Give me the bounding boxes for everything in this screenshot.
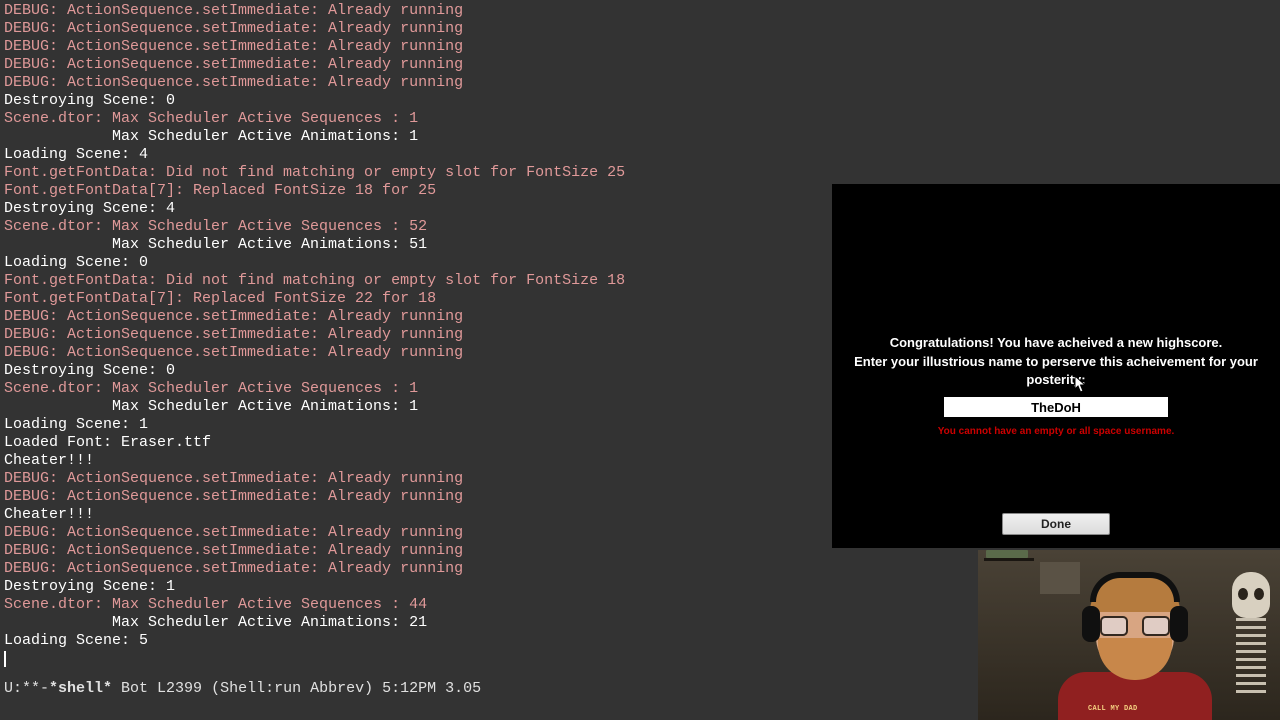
modeline-modes: (Shell:run Abbrev) [211,680,373,697]
log-line: DEBUG: ActionSequence.setImmediate: Alre… [4,20,1276,38]
shelf-object-icon [986,550,1028,558]
modeline-flags: U:**- [4,680,49,697]
log-line: Destroying Scene: 0 [4,92,1276,110]
modeline-buffer: *shell* [49,680,112,697]
headphone-right-icon [1170,606,1188,642]
validation-error: You cannot have an empty or all space us… [832,423,1280,441]
log-line: Font.getFontData: Did not find matching … [4,164,1276,182]
headphone-left-icon [1082,606,1100,642]
log-line: DEBUG: ActionSequence.setImmediate: Alre… [4,2,1276,20]
congrats-text-2: Enter your illustrious name to perserve … [832,353,1280,389]
emacs-modeline: U:**-*shell* Bot L2399 (Shell:run Abbrev… [4,680,481,698]
highscore-name-input[interactable] [944,397,1168,417]
glasses-icon [1100,616,1170,636]
webcam-feed: CALL MY DAD [978,550,1280,720]
shirt-text: CALL MY DAD [1088,700,1138,718]
highscore-dialog: Congratulations! You have acheived a new… [832,184,1280,548]
skeleton-skull-icon [1232,572,1270,618]
log-line: Max Scheduler Active Animations: 1 [4,128,1276,146]
log-line: Scene.dtor: Max Scheduler Active Sequenc… [4,110,1276,128]
log-line: DEBUG: ActionSequence.setImmediate: Alre… [4,56,1276,74]
log-line: DEBUG: ActionSequence.setImmediate: Alre… [4,38,1276,56]
modeline-load: 3.05 [445,680,481,697]
modeline-time: 5:12PM [382,680,436,697]
modeline-position: Bot L2399 [121,680,202,697]
done-button[interactable]: Done [1002,513,1110,535]
wall-poster-icon [1040,562,1080,594]
text-cursor [4,651,6,667]
log-line: DEBUG: ActionSequence.setImmediate: Alre… [4,74,1276,92]
congrats-text-1: Congratulations! You have acheived a new… [832,334,1280,352]
headphone-band-icon [1090,572,1180,602]
skeleton-ribs-icon [1236,618,1266,698]
log-line: Loading Scene: 4 [4,146,1276,164]
